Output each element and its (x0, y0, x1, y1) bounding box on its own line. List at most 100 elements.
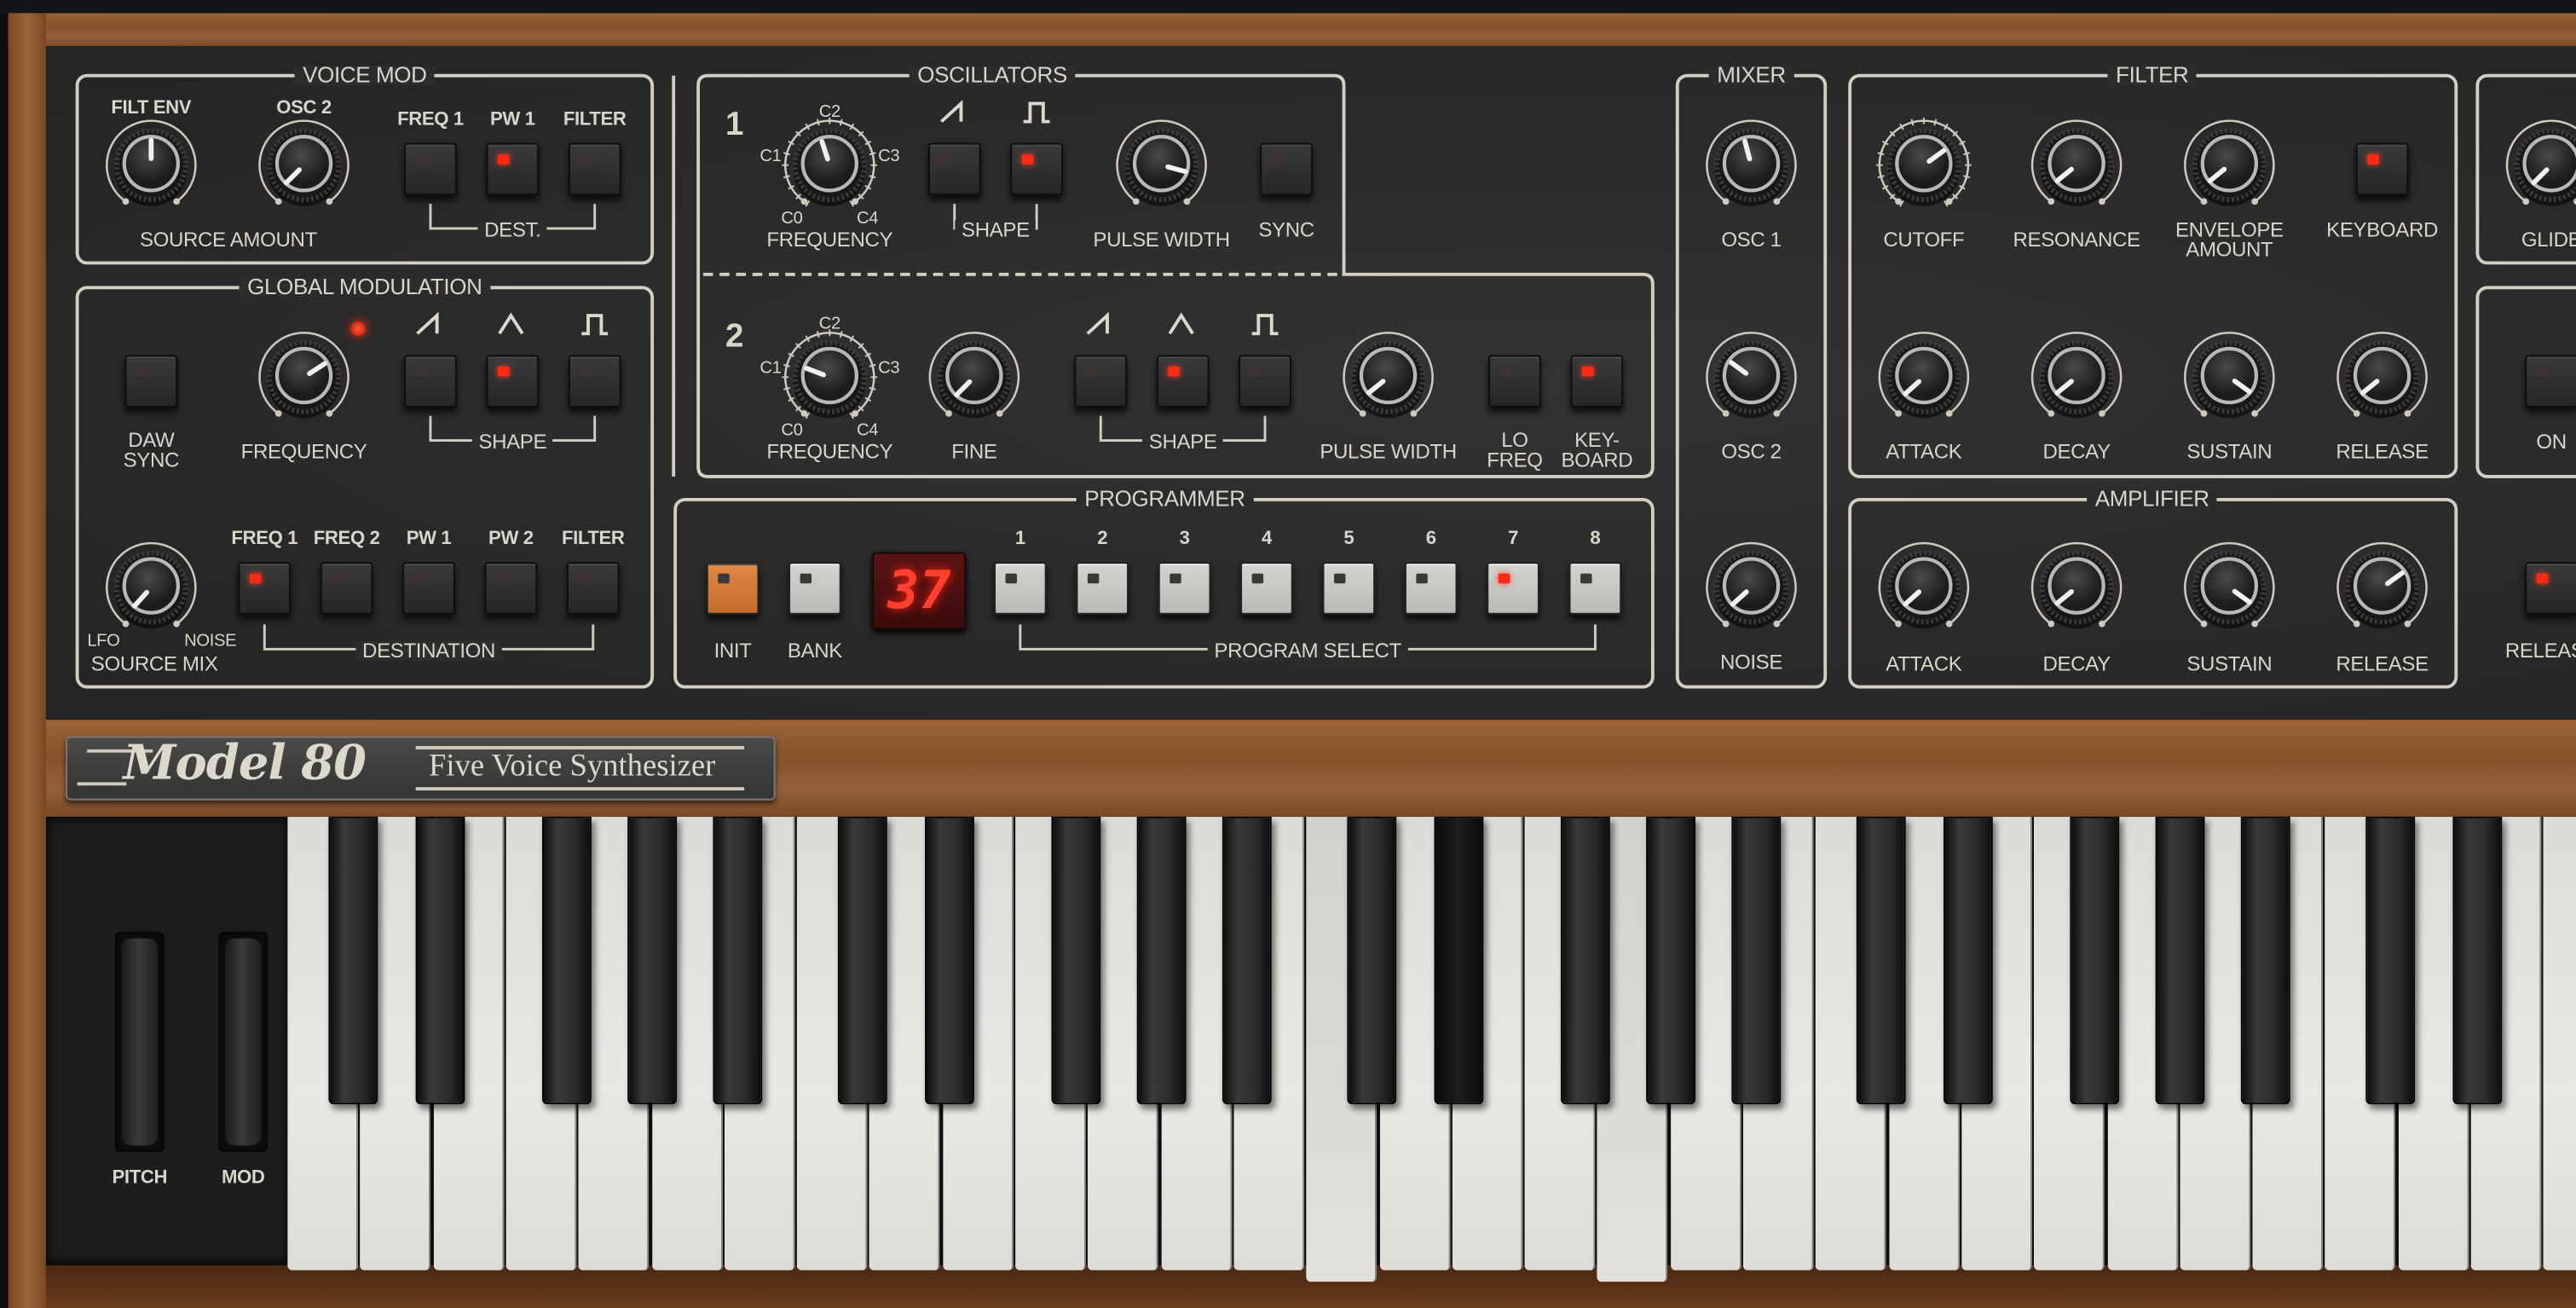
osc2-number: 2 (725, 318, 744, 356)
osc2-shape-button[interactable] (1156, 355, 1210, 408)
black-key[interactable] (1222, 816, 1272, 1105)
black-key[interactable] (1944, 816, 1994, 1105)
lo-freq-button[interactable] (1488, 355, 1541, 408)
global-dest-button[interactable] (484, 562, 538, 615)
black-key[interactable] (1646, 816, 1696, 1105)
osc1-shape-button[interactable] (1010, 142, 1063, 196)
lfo-frequency-knob[interactable] (253, 327, 355, 437)
release-button[interactable] (2525, 562, 2576, 615)
source-mix-label: SOURCE MIX (90, 652, 218, 676)
osc1-frequency-knob[interactable] (779, 114, 881, 224)
global-dest-button[interactable] (402, 562, 455, 615)
resonance-knob[interactable] (2025, 114, 2127, 224)
led-on (2367, 154, 2379, 165)
global-dest-button[interactable] (566, 562, 620, 615)
led-on (1498, 573, 1510, 584)
black-key[interactable] (328, 816, 378, 1105)
mixer-knob[interactable] (1701, 536, 1802, 646)
program-number-label: 1 (1014, 529, 1025, 549)
osc2-frequency-knob[interactable] (779, 327, 881, 437)
osc2-keyboard-button[interactable] (1570, 355, 1624, 408)
black-key[interactable] (2365, 816, 2416, 1105)
amp-envelope-knob[interactable] (2331, 536, 2433, 646)
led-on (1021, 154, 1034, 165)
filter-envelope-knob[interactable] (1873, 327, 1974, 437)
square-wave-icon (1020, 99, 1054, 135)
model-name: Model 80 (123, 734, 367, 791)
led-off (2536, 366, 2549, 377)
black-key[interactable] (1434, 816, 1484, 1105)
black-key[interactable] (542, 816, 592, 1105)
program-select-button[interactable] (1404, 562, 1458, 615)
mod-wheel[interactable] (225, 938, 262, 1146)
filter-keyboard-button[interactable] (2355, 142, 2409, 196)
global-dest-button[interactable] (320, 562, 373, 615)
resonance-label: RESONANCE (2013, 228, 2141, 252)
program-select-button[interactable] (1568, 562, 1622, 615)
glide-knob[interactable] (2500, 114, 2576, 224)
osc1-shape-button[interactable] (927, 142, 981, 196)
filt-env-knob[interactable] (101, 114, 202, 224)
black-key[interactable] (1136, 816, 1187, 1105)
osc2-pulse-width-knob[interactable] (1337, 327, 1439, 437)
program-select-button[interactable] (994, 562, 1047, 615)
black-key[interactable] (1731, 816, 1782, 1105)
black-key[interactable] (2071, 816, 2120, 1105)
voice-mod-dest-button[interactable] (404, 142, 457, 196)
envelope-amount-knob[interactable] (2179, 114, 2280, 224)
filter-envelope-knob[interactable] (2179, 327, 2280, 437)
black-key[interactable] (2156, 816, 2205, 1105)
amp-envelope-knob[interactable] (1873, 536, 1974, 646)
cutoff-knob[interactable] (1873, 114, 1974, 224)
osc2-shape-button[interactable] (1074, 355, 1128, 408)
black-key[interactable] (1857, 816, 1906, 1105)
mixer-knob[interactable] (1701, 327, 1802, 437)
filter-envelope-knob[interactable] (2331, 327, 2433, 437)
voice-mod-dest-button[interactable] (486, 142, 540, 196)
init-button[interactable] (706, 562, 760, 615)
black-key[interactable] (2453, 816, 2504, 1105)
program-select-button[interactable] (1322, 562, 1376, 615)
voice-mod-dest-button[interactable] (568, 142, 621, 196)
lfo-shape-button[interactable] (404, 355, 457, 408)
osc1-pulse-width-knob[interactable] (1111, 114, 1212, 224)
program-select-button[interactable] (1240, 562, 1293, 615)
mixer-knob[interactable] (1701, 114, 1802, 224)
saw-wave-icon (938, 99, 971, 135)
source-mix-knob[interactable] (101, 536, 202, 646)
square-wave-icon (1249, 310, 1282, 346)
osc2-amount-knob[interactable] (253, 114, 355, 224)
program-select-button[interactable] (1487, 562, 1539, 615)
black-key[interactable] (1561, 816, 1611, 1105)
pitch-wheel[interactable] (121, 938, 159, 1146)
black-key[interactable] (1051, 816, 1101, 1105)
triangle-wave-icon (1166, 310, 1199, 346)
led-on (497, 366, 510, 377)
black-key[interactable] (415, 816, 465, 1105)
lfo-shape-button[interactable] (568, 355, 621, 408)
black-key[interactable] (925, 816, 975, 1105)
osc2-fine-knob[interactable] (923, 327, 1025, 437)
program-select-button[interactable] (1076, 562, 1129, 615)
amp-envelope-knob[interactable] (2025, 536, 2127, 646)
osc2-shape-button[interactable] (1239, 355, 1291, 408)
program-number-label: 3 (1179, 529, 1190, 549)
led-off (578, 573, 590, 584)
filter-envelope-knob[interactable] (2025, 327, 2127, 437)
global-dest-button[interactable] (238, 562, 292, 615)
lfo-shape-button[interactable] (486, 355, 540, 408)
osc1-sync-button[interactable] (1260, 142, 1313, 196)
black-key[interactable] (2240, 816, 2290, 1105)
black-key[interactable] (627, 816, 677, 1105)
filter-envelope-label: SUSTAIN (2186, 440, 2273, 464)
program-select-button[interactable] (1158, 562, 1211, 615)
amp-envelope-knob[interactable] (2179, 536, 2280, 646)
black-key[interactable] (712, 816, 762, 1105)
osc2-fine-label: FINE (951, 440, 997, 464)
black-key[interactable] (837, 816, 887, 1105)
white-key[interactable] (2544, 816, 2576, 1270)
glide-on-button[interactable] (2525, 355, 2576, 408)
bank-button[interactable] (788, 562, 841, 615)
daw-sync-button[interactable] (124, 355, 178, 408)
black-key[interactable] (1347, 816, 1397, 1105)
